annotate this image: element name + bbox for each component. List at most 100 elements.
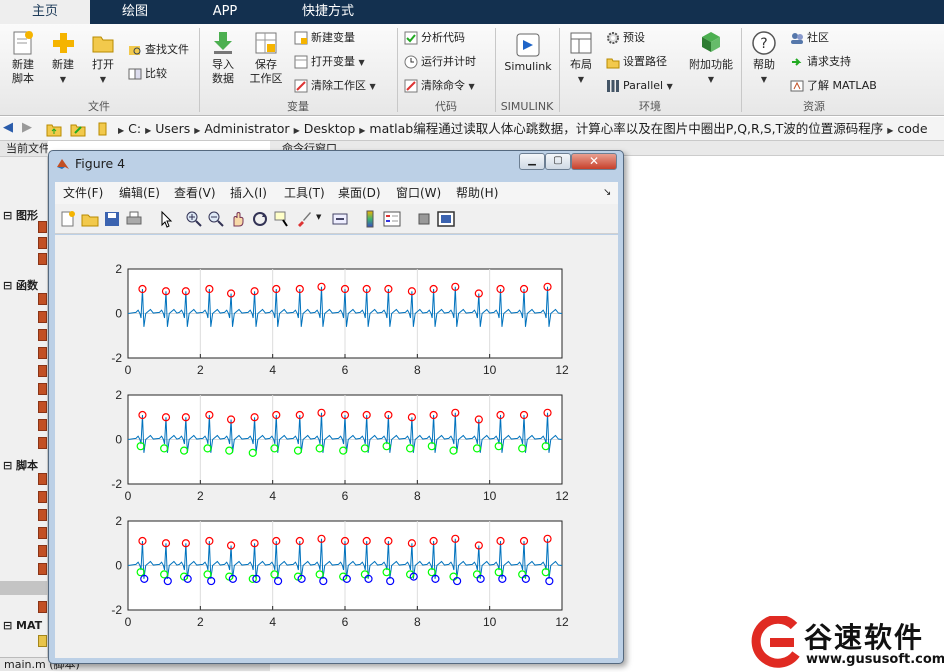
new-variable-button[interactable]: 新建变量 bbox=[294, 30, 355, 48]
menu-window[interactable]: 窗口(W) bbox=[396, 182, 441, 204]
file-icon[interactable] bbox=[38, 221, 47, 233]
link-plot-icon[interactable] bbox=[331, 210, 349, 228]
run-and-time-button[interactable]: 运行并计时 bbox=[404, 54, 476, 72]
parallel-label: Parallel bbox=[623, 79, 664, 92]
compare-button[interactable]: 比较 bbox=[128, 66, 167, 84]
pan-hand-icon[interactable] bbox=[229, 210, 247, 228]
menu-help[interactable]: 帮助(H) bbox=[456, 182, 498, 204]
minimize-button[interactable]: ▁ bbox=[519, 153, 545, 170]
forward-arrow-icon[interactable]: ▶ bbox=[22, 120, 32, 135]
x-tick-label: 10 bbox=[483, 615, 497, 629]
section-functions[interactable]: ⊟ 函数 bbox=[3, 277, 38, 293]
file-icon[interactable] bbox=[38, 473, 47, 485]
add-ons-button[interactable]: 附加功能 ▼ bbox=[686, 30, 736, 87]
maximize-button[interactable]: ▢ bbox=[545, 153, 571, 170]
section-scripts[interactable]: ⊟ 脚本 bbox=[3, 457, 38, 473]
breadcrumb-users[interactable]: Users bbox=[155, 121, 190, 136]
preferences-button[interactable]: 预设 bbox=[606, 30, 645, 48]
back-arrow-icon[interactable]: ◀ bbox=[3, 120, 13, 135]
file-icon[interactable] bbox=[38, 329, 47, 341]
open-variable-button[interactable]: 打开变量 ▼ bbox=[294, 54, 365, 72]
open-variable-label: 打开变量 bbox=[311, 55, 355, 68]
selected-file-row[interactable] bbox=[0, 581, 48, 595]
file-icon[interactable] bbox=[38, 237, 47, 249]
file-icon[interactable] bbox=[38, 253, 47, 265]
menu-tools[interactable]: 工具(T) bbox=[284, 182, 325, 204]
file-icon[interactable] bbox=[38, 527, 47, 539]
brush-dropdown-arrow[interactable]: ▼ bbox=[316, 213, 321, 221]
x-tick-label: 2 bbox=[197, 489, 204, 503]
save-workspace-button[interactable]: 保存 工作区 bbox=[246, 30, 286, 86]
colorbar-icon[interactable] bbox=[361, 210, 379, 228]
file-icon[interactable] bbox=[38, 365, 47, 377]
file-icon[interactable] bbox=[38, 311, 47, 323]
layout-label: 布局 bbox=[570, 58, 592, 71]
request-support-button[interactable]: 请求支持 bbox=[790, 54, 851, 72]
new-script-button[interactable]: 新建 脚本 bbox=[6, 30, 40, 86]
matlab-logo-icon bbox=[57, 159, 69, 169]
hide-plot-tools-icon[interactable] bbox=[415, 210, 433, 228]
help-button[interactable]: ? 帮助 ▼ bbox=[746, 30, 782, 87]
close-button[interactable]: ✕ bbox=[571, 153, 617, 170]
breadcrumb-project[interactable]: matlab编程通过读取人体心跳数据，计算心率以及在图片中圈出P,Q,R,S,T… bbox=[369, 121, 883, 136]
zoom-in-icon[interactable] bbox=[185, 210, 203, 228]
breadcrumb-code[interactable]: code bbox=[897, 121, 927, 136]
open-button[interactable]: 打开 ▼ bbox=[86, 30, 120, 87]
tab-plots[interactable]: 绘图 bbox=[90, 0, 180, 24]
pointer-icon[interactable] bbox=[157, 210, 175, 228]
clear-commands-button[interactable]: 清除命令 ▼ bbox=[404, 78, 475, 96]
find-files-button[interactable]: 查找文件 bbox=[128, 42, 189, 60]
file-icon[interactable] bbox=[38, 437, 47, 449]
menu-file[interactable]: 文件(F) bbox=[63, 182, 103, 204]
x-tick-label: 4 bbox=[269, 489, 276, 503]
layout-button[interactable]: 布局 ▼ bbox=[564, 30, 598, 87]
breadcrumb-administrator[interactable]: Administrator bbox=[204, 121, 289, 136]
tab-shortcuts[interactable]: 快捷方式 bbox=[270, 0, 386, 24]
file-icon[interactable] bbox=[38, 509, 47, 521]
file-icon[interactable] bbox=[38, 563, 47, 575]
up-folder-icon[interactable] bbox=[46, 121, 62, 137]
section-figures[interactable]: ⊟ 图形 bbox=[3, 207, 38, 223]
file-icon[interactable] bbox=[38, 545, 47, 557]
data-cursor-icon[interactable] bbox=[273, 210, 291, 228]
clear-workspace-button[interactable]: 清除工作区 ▼ bbox=[294, 78, 376, 96]
simulink-button[interactable]: Simulink bbox=[500, 32, 556, 74]
dock-arrow-icon[interactable]: ↘ bbox=[603, 182, 611, 204]
file-icon[interactable] bbox=[38, 401, 47, 413]
save-icon[interactable] bbox=[103, 210, 121, 228]
new-button[interactable]: 新建 ▼ bbox=[46, 30, 80, 87]
menu-desktop[interactable]: 桌面(D) bbox=[338, 182, 381, 204]
file-icon[interactable] bbox=[38, 293, 47, 305]
community-button[interactable]: 社区 bbox=[790, 30, 829, 48]
zoom-out-icon[interactable] bbox=[207, 210, 225, 228]
breadcrumb-desktop[interactable]: Desktop bbox=[304, 121, 356, 136]
analyze-code-button[interactable]: 分析代码 bbox=[404, 30, 465, 48]
menu-insert[interactable]: 插入(I) bbox=[230, 182, 267, 204]
file-icon[interactable] bbox=[38, 419, 47, 431]
section-mat-files[interactable]: ⊟ MAT bbox=[3, 619, 42, 632]
file-icon[interactable] bbox=[38, 491, 47, 503]
file-icon[interactable] bbox=[38, 601, 47, 613]
menu-view[interactable]: 查看(V) bbox=[174, 182, 216, 204]
file-icon[interactable] bbox=[38, 383, 47, 395]
breadcrumb-drive[interactable]: C: bbox=[128, 121, 141, 136]
show-plot-tools-icon[interactable] bbox=[437, 210, 455, 228]
menu-edit[interactable]: 编辑(E) bbox=[119, 182, 160, 204]
learn-matlab-button[interactable]: 了解 MATLAB bbox=[790, 78, 877, 96]
import-data-icon bbox=[214, 32, 232, 54]
brush-icon[interactable] bbox=[295, 210, 313, 228]
open-file-icon[interactable] bbox=[81, 210, 99, 228]
mat-file-icon[interactable] bbox=[38, 635, 47, 647]
parallel-button[interactable]: Parallel ▼ bbox=[606, 78, 673, 96]
tab-home[interactable]: 主页 bbox=[0, 0, 90, 24]
legend-icon[interactable] bbox=[383, 210, 401, 228]
file-icon[interactable] bbox=[38, 347, 47, 359]
simulink-label: Simulink bbox=[504, 60, 552, 73]
new-figure-icon[interactable] bbox=[59, 210, 77, 228]
rotate-3d-icon[interactable] bbox=[251, 210, 269, 228]
browse-folder-icon[interactable] bbox=[70, 121, 86, 137]
print-icon[interactable] bbox=[125, 210, 143, 228]
set-path-button[interactable]: 设置路径 bbox=[606, 54, 667, 72]
tab-apps[interactable]: APP bbox=[180, 0, 270, 24]
import-data-button[interactable]: 导入 数据 bbox=[205, 30, 241, 86]
